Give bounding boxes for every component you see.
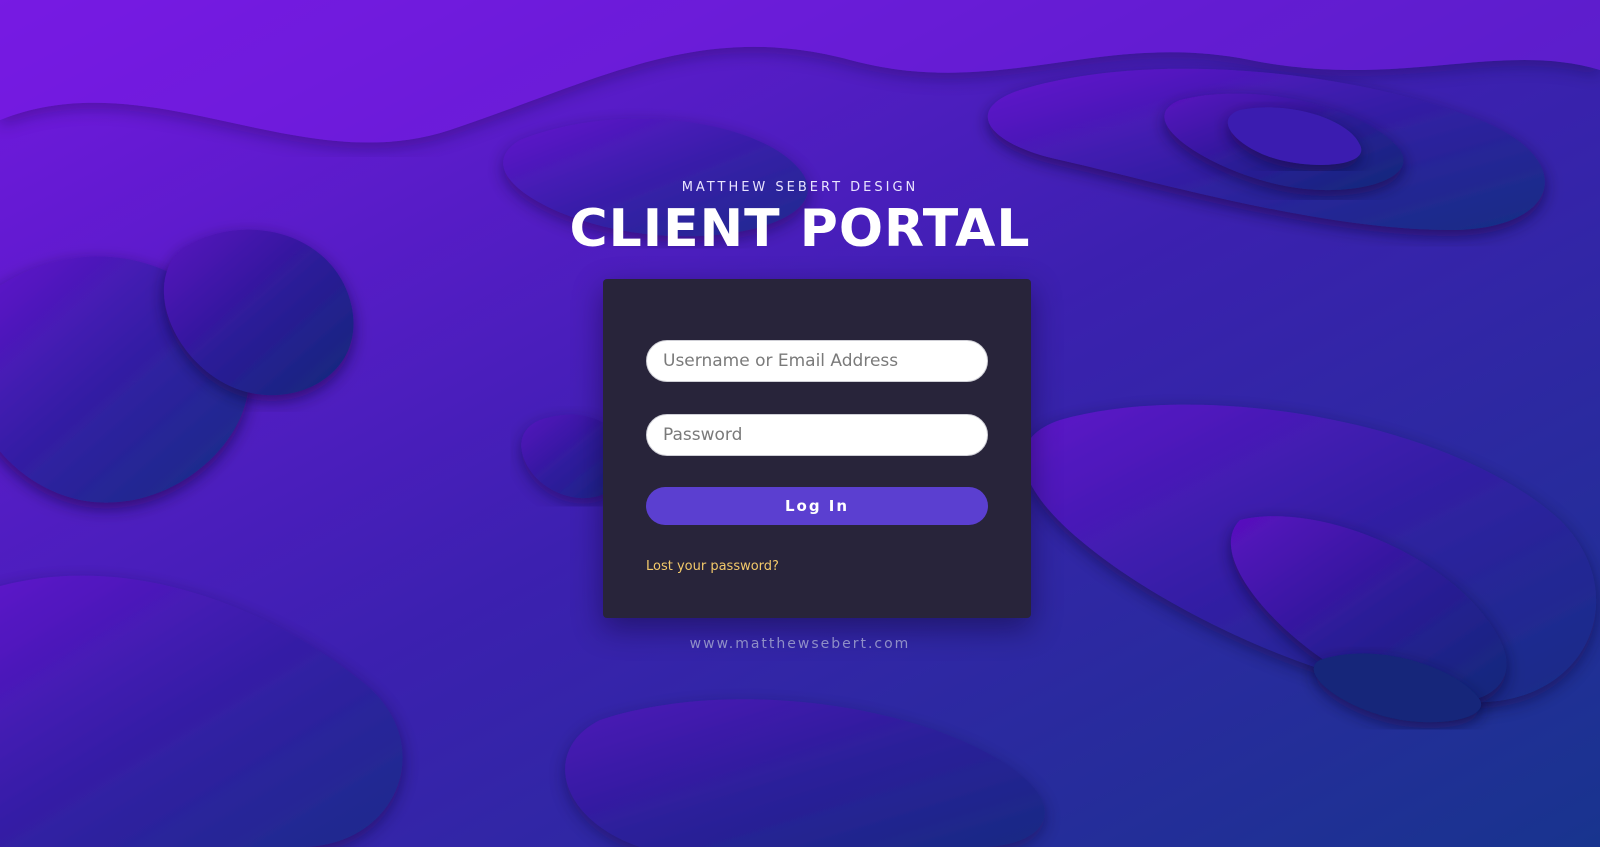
username-input[interactable] [646,340,988,382]
footer-url[interactable]: www.matthewsebert.com [0,636,1600,652]
login-card: Log In Lost your password? [603,279,1031,618]
login-page: MATTHEW SEBERT DESIGN CLIENT PORTAL Log … [0,0,1600,847]
password-input[interactable] [646,414,988,456]
brand-subtitle: MATTHEW SEBERT DESIGN [681,180,919,195]
page-title: CLIENT PORTAL [569,199,1031,259]
lost-password-link[interactable]: Lost your password? [646,559,779,574]
login-button[interactable]: Log In [646,487,988,525]
